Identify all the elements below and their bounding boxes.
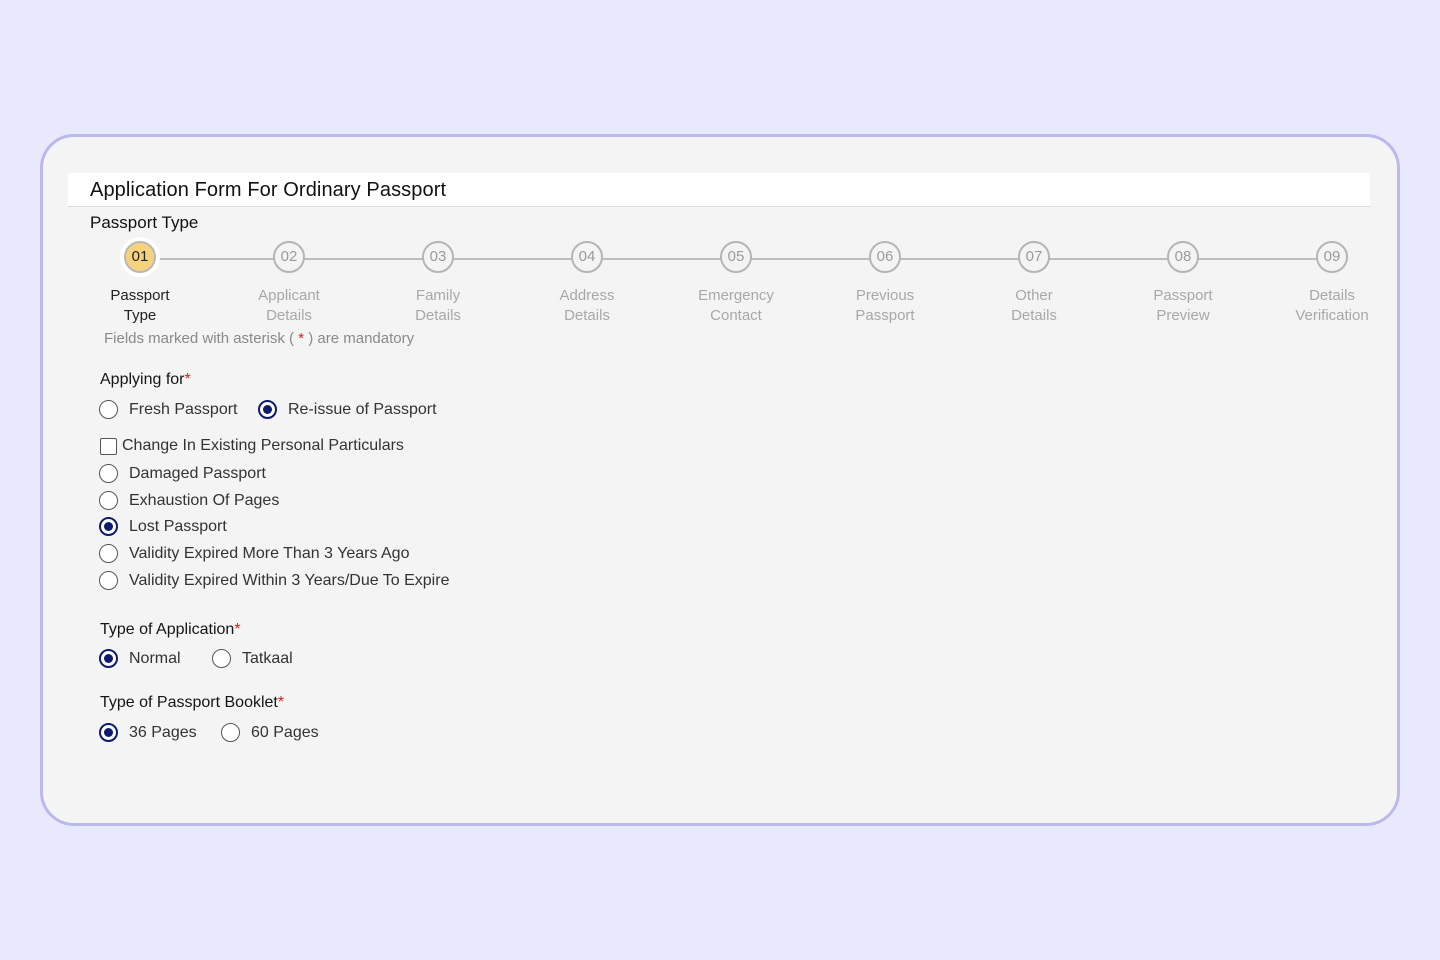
section-title: Passport Type — [90, 213, 199, 232]
option-label: Normal — [129, 649, 181, 667]
step-previous-passport[interactable]: 06 Previous Passport — [825, 241, 945, 326]
step-label: Family Details — [415, 287, 461, 324]
step-family-details[interactable]: 03 Family Details — [378, 241, 498, 326]
step-label: Passport Preview — [1153, 287, 1213, 324]
radio-button[interactable] — [221, 723, 240, 742]
step-number: 05 — [720, 241, 752, 273]
step-number: 07 — [1018, 241, 1050, 273]
radio-button[interactable] — [99, 517, 118, 536]
application-type-label: Type of Application* — [100, 621, 241, 638]
radio-normal[interactable]: Normal — [99, 649, 181, 668]
option-label: Tatkaal — [242, 649, 293, 667]
radio-button[interactable] — [99, 544, 118, 563]
step-number: 09 — [1316, 241, 1348, 273]
option-label: Validity Expired Within 3 Years/Due To E… — [129, 571, 450, 589]
radio-damaged-passport[interactable]: Damaged Passport — [99, 464, 266, 483]
radio-button[interactable] — [99, 649, 118, 668]
option-label: Validity Expired More Than 3 Years Ago — [129, 544, 410, 562]
step-label: Applicant Details — [258, 287, 320, 324]
option-label: Fresh Passport — [129, 400, 238, 418]
checkbox-change-particulars[interactable]: Change In Existing Personal Particulars — [100, 437, 404, 455]
step-emergency-contact[interactable]: 05 Emergency Contact — [676, 241, 796, 326]
step-address-details[interactable]: 04 Address Details — [527, 241, 647, 326]
step-number: 06 — [869, 241, 901, 273]
radio-reissue-passport[interactable]: Re-issue of Passport — [258, 400, 437, 419]
option-label: Damaged Passport — [129, 464, 266, 482]
radio-36-pages[interactable]: 36 Pages — [99, 723, 197, 742]
step-passport-type[interactable]: 01 Passport Type — [80, 241, 200, 326]
step-details-verification[interactable]: 09 Details Verification — [1272, 241, 1392, 326]
step-label: Passport Type — [110, 287, 170, 324]
step-number: 08 — [1167, 241, 1199, 273]
booklet-type-label: Type of Passport Booklet* — [100, 694, 285, 711]
radio-lost-passport[interactable]: Lost Passport — [99, 517, 227, 536]
radio-60-pages[interactable]: 60 Pages — [221, 723, 319, 742]
application-card: Application Form For Ordinary Passport P… — [40, 134, 1400, 826]
step-label: Other Details — [1011, 287, 1057, 324]
step-label: Previous Passport — [855, 287, 915, 324]
radio-button[interactable] — [258, 400, 277, 419]
step-label: Emergency Contact — [698, 287, 774, 324]
option-label: Exhaustion Of Pages — [129, 491, 280, 509]
step-number: 03 — [422, 241, 454, 273]
option-label: Re-issue of Passport — [288, 400, 437, 418]
radio-button[interactable] — [99, 723, 118, 742]
radio-fresh-passport[interactable]: Fresh Passport — [99, 400, 237, 419]
step-other-details[interactable]: 07 Other Details — [974, 241, 1094, 326]
step-passport-preview[interactable]: 08 Passport Preview — [1123, 241, 1243, 326]
option-label: Change In Existing Personal Particulars — [122, 437, 404, 454]
radio-button[interactable] — [212, 649, 231, 668]
step-number: 02 — [273, 241, 305, 273]
radio-button[interactable] — [99, 571, 118, 590]
option-label: Lost Passport — [129, 517, 227, 535]
option-label: 60 Pages — [251, 723, 319, 741]
step-number: 04 — [571, 241, 603, 273]
step-label: Details Verification — [1295, 287, 1369, 324]
option-label: 36 Pages — [129, 723, 197, 741]
step-number: 01 — [124, 241, 156, 273]
checkbox[interactable] — [100, 437, 117, 455]
radio-validity-expired-within-3-years[interactable]: Validity Expired Within 3 Years/Due To E… — [99, 571, 449, 590]
radio-tatkaal[interactable]: Tatkaal — [212, 649, 293, 668]
applying-for-label: Applying for* — [100, 371, 191, 388]
radio-validity-expired-over-3-years[interactable]: Validity Expired More Than 3 Years Ago — [99, 544, 409, 563]
mandatory-note: Fields marked with asterisk ( * ) are ma… — [104, 330, 415, 347]
step-applicant-details[interactable]: 02 Applicant Details — [229, 241, 349, 326]
radio-exhaustion-of-pages[interactable]: Exhaustion Of Pages — [99, 491, 279, 510]
form-header: Application Form For Ordinary Passport — [68, 173, 1370, 207]
step-label: Address Details — [559, 287, 615, 324]
radio-button[interactable] — [99, 491, 118, 510]
radio-button[interactable] — [99, 464, 118, 483]
radio-button[interactable] — [99, 400, 118, 419]
form-title: Application Form For Ordinary Passport — [90, 179, 447, 201]
